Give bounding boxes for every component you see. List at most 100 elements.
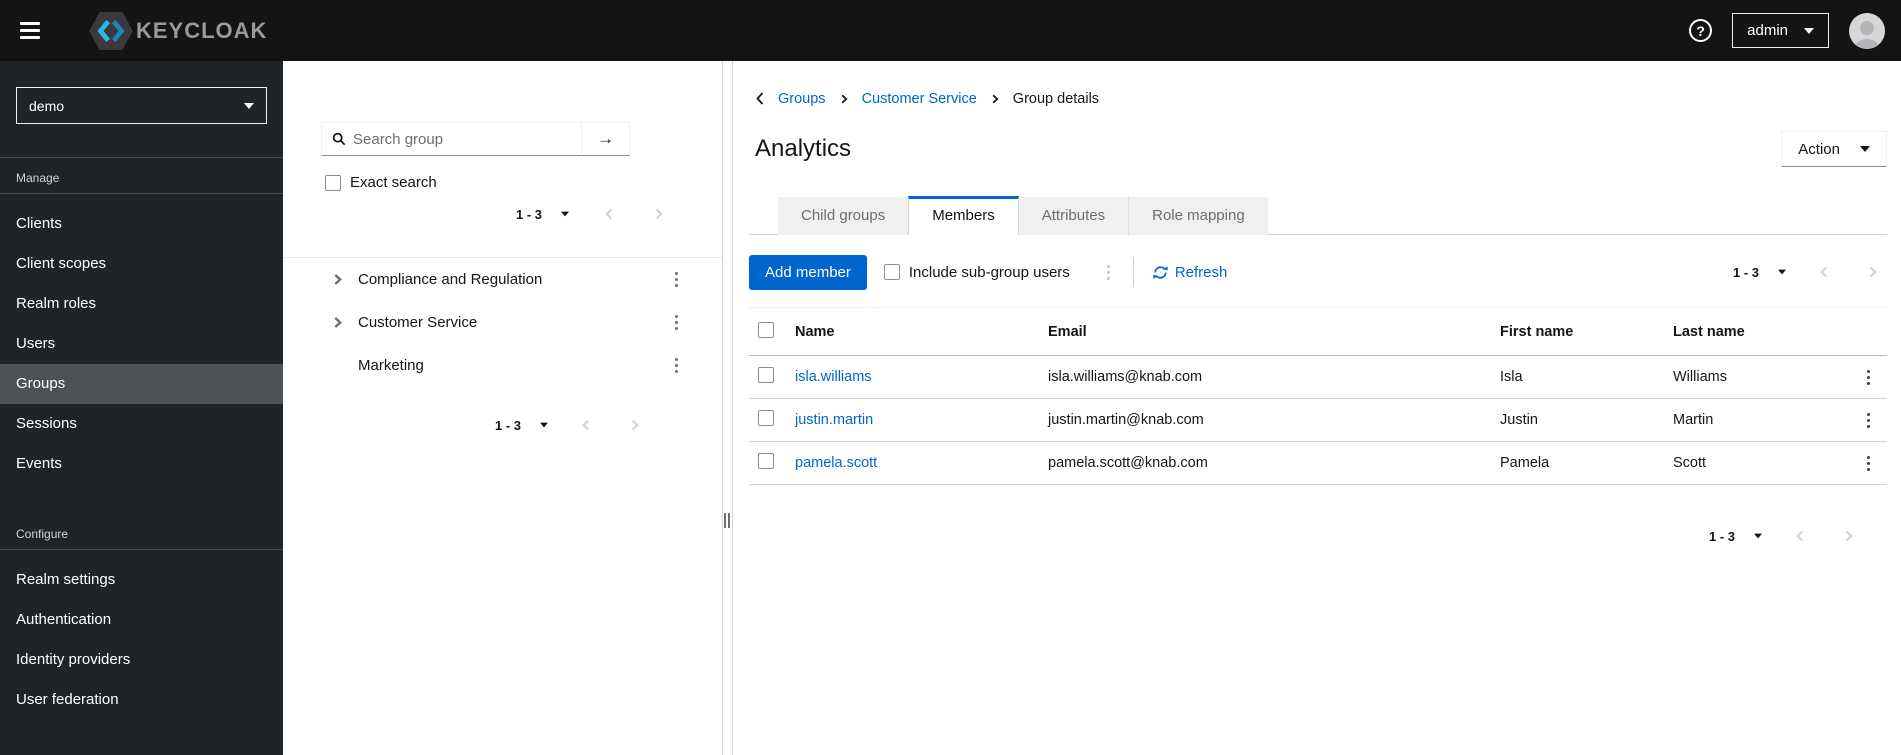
nav-configure: Realm settings Authentication Identity p…: [0, 560, 283, 720]
refresh-button[interactable]: Refresh: [1153, 263, 1228, 281]
kebab-menu-icon[interactable]: [671, 268, 682, 291]
tree-item-label[interactable]: Compliance and Regulation: [358, 271, 542, 288]
column-header-first-name[interactable]: First name: [1500, 308, 1673, 356]
chevron-down-icon: [1804, 27, 1814, 34]
pagination-range[interactable]: 1 - 3: [1709, 529, 1735, 544]
add-member-button[interactable]: Add member: [749, 254, 867, 290]
members-toolbar: Add member Include sub-group users Refre…: [749, 254, 1887, 290]
search-group-input[interactable]: [353, 130, 571, 148]
sidebar-item-identity-providers[interactable]: Identity providers: [0, 640, 283, 680]
sidebar-item-sessions[interactable]: Sessions: [0, 404, 283, 444]
member-username-link[interactable]: isla.williams: [795, 369, 872, 385]
pagination-prev-icon[interactable]: [600, 207, 618, 221]
sidebar-item-clients[interactable]: Clients: [0, 204, 283, 244]
include-subgroup-users-checkbox[interactable]: [883, 264, 900, 280]
tab-attributes[interactable]: Attributes: [1018, 197, 1129, 235]
member-username-link[interactable]: justin.martin: [795, 412, 873, 428]
chevron-down-icon[interactable]: [540, 422, 548, 428]
chevron-down-icon[interactable]: [1778, 269, 1786, 275]
member-first-name: Pamela: [1500, 455, 1550, 471]
pagination-next-icon[interactable]: [1839, 529, 1857, 543]
tree-pagination-bottom: 1 - 3: [283, 414, 722, 436]
breadcrumb-customer-service-link[interactable]: Customer Service: [862, 91, 977, 107]
tree-item-customer-service[interactable]: Customer Service: [283, 301, 722, 344]
member-first-name: Justin: [1500, 412, 1538, 428]
row-checkbox[interactable]: [758, 453, 774, 469]
select-all-checkbox[interactable]: [758, 321, 774, 338]
sidebar-item-realm-roles[interactable]: Realm roles: [0, 284, 283, 324]
tree-item-marketing[interactable]: Marketing: [283, 344, 722, 387]
member-last-name: Martin: [1673, 412, 1714, 428]
member-email: pamela.scott@knab.com: [1048, 455, 1208, 471]
member-last-name: Scott: [1673, 455, 1707, 471]
tab-members[interactable]: Members: [908, 196, 1019, 235]
user-menu-dropdown[interactable]: admin: [1732, 13, 1829, 48]
row-checkbox[interactable]: [758, 410, 774, 426]
kebab-menu-icon[interactable]: [671, 354, 682, 377]
sidebar-item-client-scopes[interactable]: Client scopes: [0, 244, 283, 284]
sidebar-item-realm-settings[interactable]: Realm settings: [0, 560, 283, 600]
row-kebab-menu-icon[interactable]: [1863, 452, 1887, 475]
tab-role-mapping[interactable]: Role mapping: [1128, 197, 1268, 235]
member-username-link[interactable]: pamela.scott: [795, 455, 877, 471]
refresh-label: Refresh: [1174, 263, 1228, 281]
avatar[interactable]: [1849, 12, 1885, 49]
back-chevron-icon[interactable]: [755, 91, 765, 106]
expand-chevron-icon[interactable]: [333, 316, 345, 329]
pagination-range[interactable]: 1 - 3: [1733, 265, 1759, 280]
pagination-prev-icon[interactable]: [1815, 265, 1833, 279]
divider: [1132, 257, 1134, 287]
tree-item-compliance-and-regulation[interactable]: Compliance and Regulation: [283, 258, 722, 301]
breadcrumb-groups-link[interactable]: Groups: [778, 91, 826, 107]
breadcrumb: Groups Customer Service Group details: [755, 88, 1887, 109]
row-kebab-menu-icon[interactable]: [1863, 366, 1887, 389]
sidebar-item-authentication[interactable]: Authentication: [0, 600, 283, 640]
chevron-down-icon: [244, 102, 254, 109]
row-kebab-menu-icon[interactable]: [1863, 409, 1887, 432]
pagination-prev-icon[interactable]: [577, 418, 595, 432]
sidebar-item-groups[interactable]: Groups: [0, 364, 283, 404]
toolbar-kebab-menu-icon[interactable]: [1103, 261, 1114, 284]
sidebar-item-user-federation[interactable]: User federation: [0, 680, 283, 720]
column-header-name[interactable]: Name: [795, 308, 1048, 356]
pagination-next-icon[interactable]: [1863, 265, 1881, 279]
chevron-right-icon: [840, 93, 848, 104]
hamburger-menu-icon[interactable]: [20, 11, 60, 51]
pagination-next-icon[interactable]: [649, 207, 667, 221]
tree-pagination-top: 1 - 3: [283, 203, 722, 225]
table-row: pamela.scott pamela.scott@knab.com Pamel…: [749, 442, 1887, 485]
search-icon: [332, 132, 346, 146]
action-dropdown[interactable]: Action: [1781, 131, 1887, 167]
pagination-range[interactable]: 1 - 3: [516, 207, 542, 222]
sidebar-item-users[interactable]: Users: [0, 324, 283, 364]
chevron-right-icon: [991, 93, 999, 104]
members-pagination-bottom: 1 - 3: [749, 525, 1887, 547]
pagination-range[interactable]: 1 - 3: [495, 418, 521, 433]
pagination-prev-icon[interactable]: [1791, 529, 1809, 543]
grip-icon: [724, 513, 730, 528]
expand-chevron-icon[interactable]: [333, 273, 345, 286]
realm-selector[interactable]: demo: [16, 87, 267, 124]
nav-manage: Clients Client scopes Realm roles Users …: [0, 204, 283, 484]
chevron-down-icon[interactable]: [1754, 533, 1762, 539]
exact-search-checkbox[interactable]: [325, 174, 341, 191]
sidebar-item-events[interactable]: Events: [0, 444, 283, 484]
pagination-next-icon[interactable]: [625, 418, 643, 432]
tree-item-label[interactable]: Marketing: [358, 357, 424, 374]
search-submit-button[interactable]: →: [582, 122, 630, 156]
column-header-email[interactable]: Email: [1048, 308, 1500, 356]
nav-section-configure-label: Configure: [16, 527, 69, 541]
kebab-menu-icon[interactable]: [671, 311, 682, 334]
help-icon[interactable]: ?: [1689, 19, 1713, 42]
tree-item-label[interactable]: Customer Service: [358, 314, 477, 331]
row-checkbox[interactable]: [758, 367, 774, 383]
group-tree: Compliance and Regulation Customer Servi…: [283, 257, 722, 387]
page-title: Analytics: [755, 135, 852, 162]
action-dropdown-label: Action: [1798, 140, 1840, 158]
masthead: KEYCLOAK ? admin: [0, 0, 1901, 61]
column-header-last-name[interactable]: Last name: [1673, 308, 1863, 356]
chevron-down-icon[interactable]: [561, 211, 569, 217]
panel-resize-handle[interactable]: [722, 61, 733, 755]
include-subgroup-users-label: Include sub-group users: [908, 263, 1070, 281]
tab-child-groups[interactable]: Child groups: [778, 197, 909, 235]
